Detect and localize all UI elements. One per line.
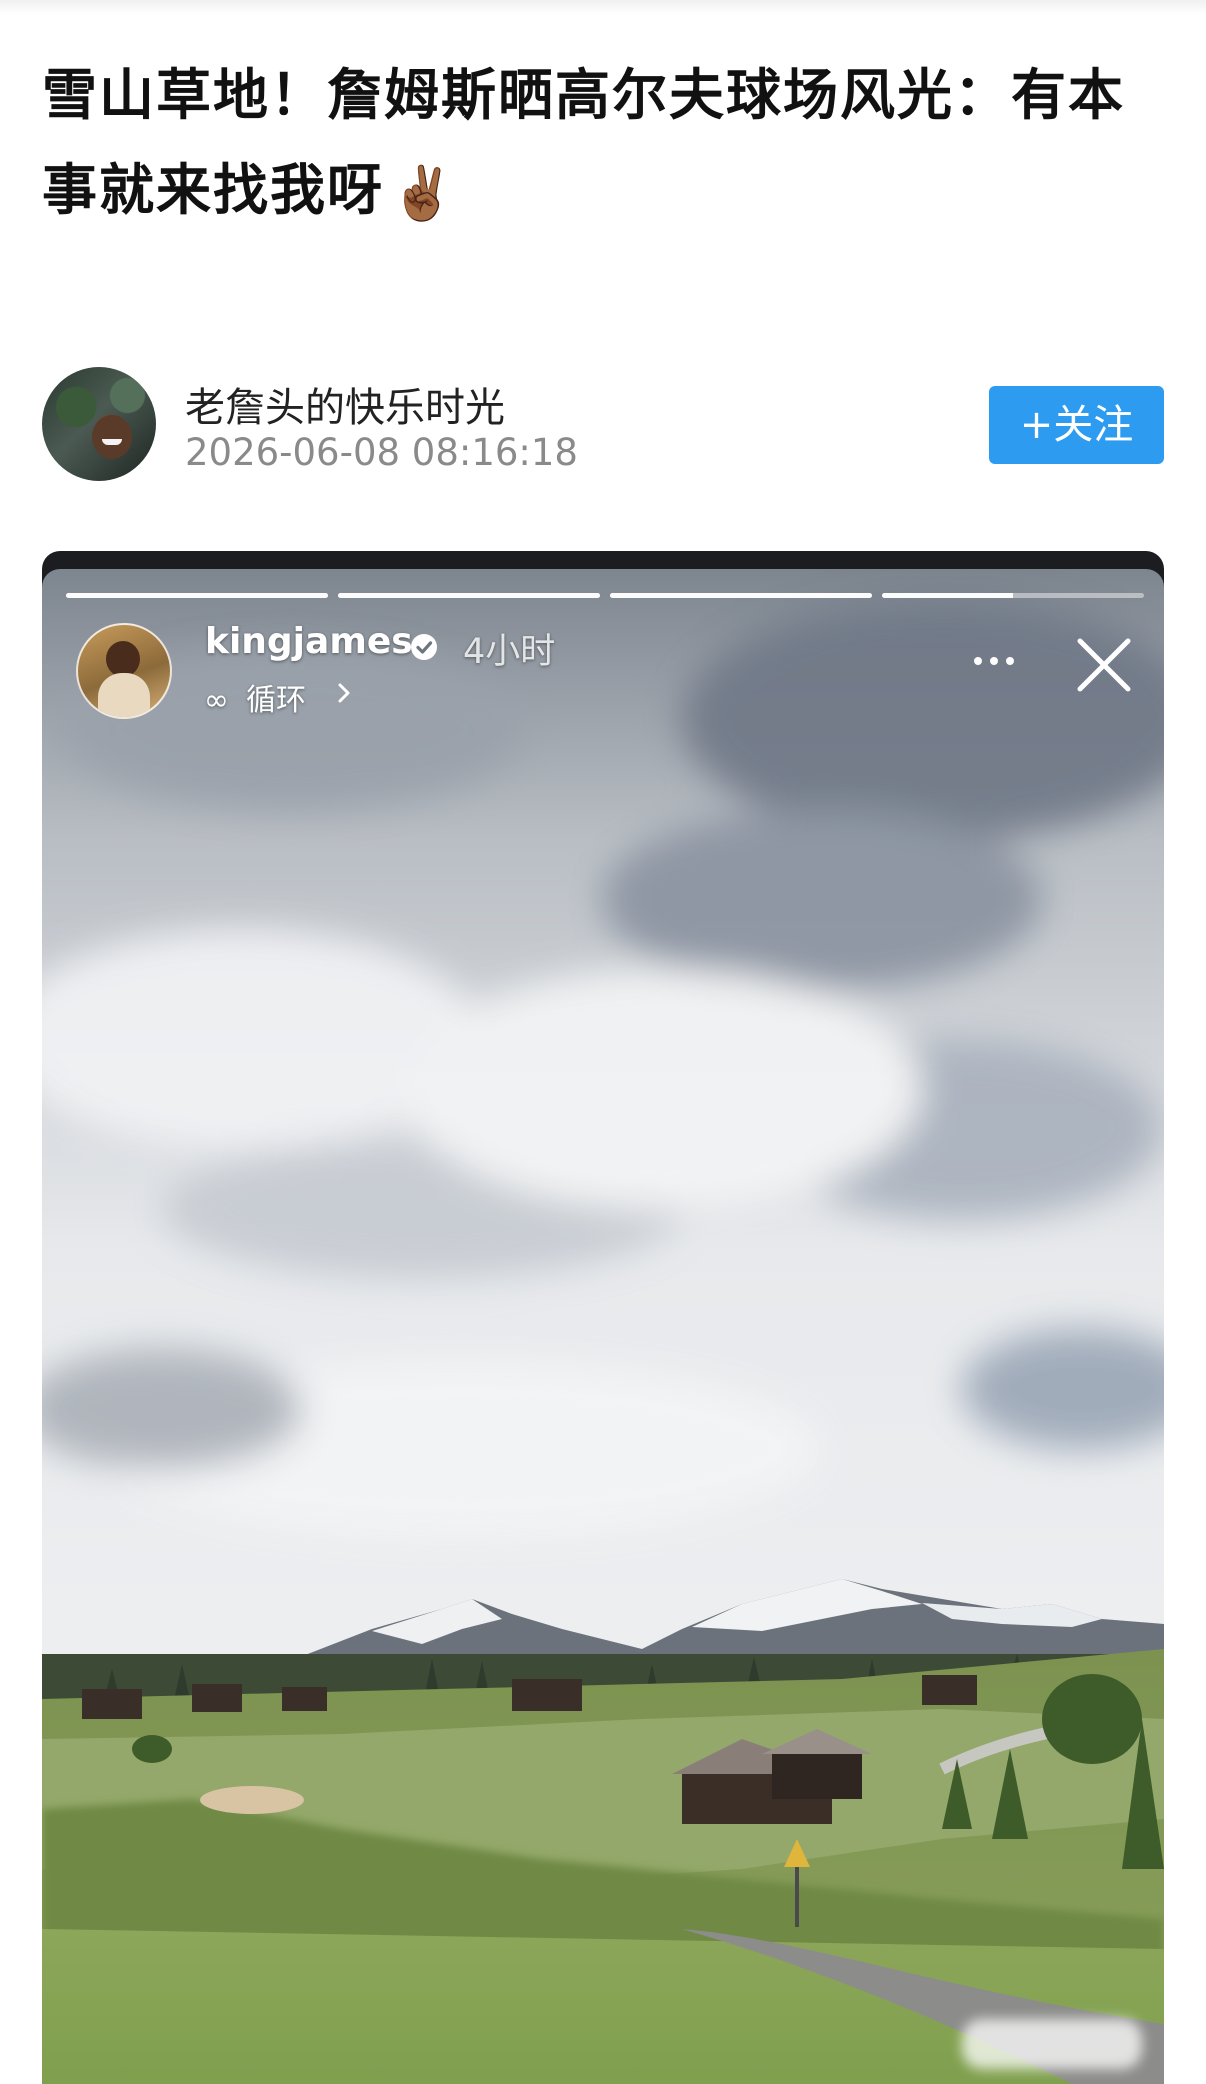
story-avatar-body: [98, 673, 150, 717]
verified-icon: [411, 634, 437, 660]
progress-segment: [882, 593, 1144, 598]
avatar-smile: [102, 439, 122, 445]
close-icon[interactable]: [1074, 635, 1134, 695]
progress-segment: [610, 593, 872, 598]
progress-fill: [610, 593, 872, 598]
progress-fill: [338, 593, 600, 598]
golf-course-photo: [42, 569, 1164, 2084]
infinity-icon: ∞: [204, 683, 229, 718]
progress-segment: [338, 593, 600, 598]
victory-hand-emoji: ✌🏾: [390, 164, 457, 224]
post-timestamp: 2026-06-08 08:16:18: [185, 431, 578, 474]
story-avatar[interactable]: [76, 623, 172, 719]
article-title: 雪山草地！詹姆斯晒高尔夫球场风光：有本事就来找我呀 ✌🏾: [42, 48, 1162, 242]
progress-fill: [66, 593, 328, 598]
story-progress-bars: [66, 593, 1144, 598]
story-media-card[interactable]: kingjames 4小时 ∞ 循环: [42, 551, 1164, 2084]
avatar-face: [92, 415, 132, 459]
progress-fill: [882, 593, 1013, 598]
top-divider: [0, 0, 1206, 14]
loop-label[interactable]: 循环: [246, 675, 306, 719]
article-title-text: 雪山草地！詹姆斯晒高尔夫球场风光：有本事就来找我呀: [42, 63, 1126, 222]
story-avatar-head: [106, 641, 140, 677]
author-name[interactable]: 老詹头的快乐时光: [185, 375, 505, 433]
more-icon[interactable]: [969, 651, 1019, 671]
blurred-watermark: [962, 2019, 1142, 2069]
story-username[interactable]: kingjames: [205, 621, 413, 662]
story-time: 4小时: [463, 632, 556, 672]
author-avatar[interactable]: [42, 367, 156, 481]
author-row: 老詹头的快乐时光 2026-06-08 08:16:18 +关注: [42, 365, 1164, 485]
follow-button[interactable]: +关注: [989, 386, 1164, 464]
chevron-right-icon[interactable]: [330, 679, 358, 707]
progress-segment: [66, 593, 328, 598]
